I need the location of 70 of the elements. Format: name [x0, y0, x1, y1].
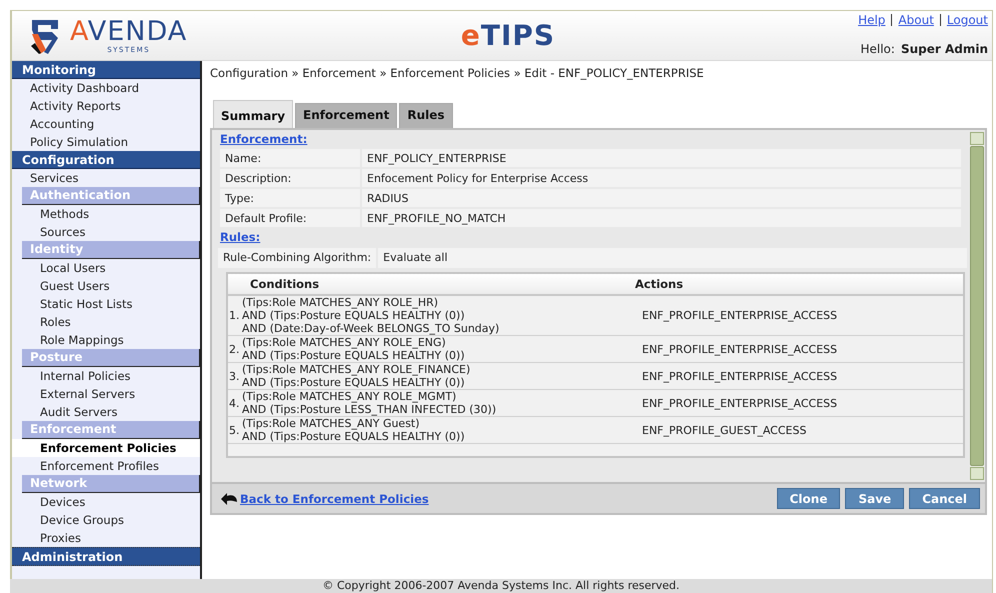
sidebar-item[interactable]: Enforcement Profiles	[12, 457, 200, 475]
field-value: ENF_POLICY_ENTERPRISE	[362, 149, 961, 167]
column-header: Actions	[634, 276, 684, 293]
tab[interactable]: Summary	[213, 100, 294, 128]
action-button[interactable]: Clone	[776, 488, 840, 509]
breadcrumb: Configuration » Enforcement » Enforcement Policies » Edit - ENF_POLICY_ENTERPRISE	[210, 65, 705, 82]
action-button[interactable]: Save	[845, 488, 904, 509]
section-heading[interactable]: Rules:	[220, 230, 965, 246]
sidebar-item[interactable]: Roles	[12, 313, 200, 331]
field-label: Type:	[220, 189, 360, 207]
header-link[interactable]: About	[898, 13, 934, 27]
logo-wordmark: AVENDA	[70, 18, 188, 46]
back-arrow-icon	[220, 492, 238, 506]
sidebar-section-header[interactable]: Administration	[12, 547, 200, 566]
condition-cell-text: (Tips:Role MATCHES_ANY ROLE_MGMT) AND (Tips:Posture LESS_THAN INFECTED (30))	[242, 390, 498, 416]
sidebar-item[interactable]: Device Groups	[12, 511, 200, 529]
field-value: ENF_PROFILE_NO_MATCH	[362, 209, 961, 227]
header-link[interactable]: Help	[858, 13, 886, 27]
condition-cell-text: (Tips:Role MATCHES_ANY ROLE_FINANCE) AND (Tips:Posture EQUALS HEALTHY (0))	[242, 363, 472, 389]
sidebar-item[interactable]: Static Host Lists	[12, 295, 200, 313]
tab[interactable]: Enforcement	[295, 103, 398, 128]
copyright-text: © Copyright 2006-2007 Avenda Systems Inc. All rights reserved.	[322, 579, 680, 592]
rule-number: 2.	[228, 342, 240, 356]
rule-number: 3.	[228, 370, 240, 382]
column-header: Conditions	[249, 276, 320, 293]
sidebar-item[interactable]: Accounting	[12, 115, 200, 133]
sidebar-item[interactable]: Sources	[12, 223, 200, 241]
sidebar-item[interactable]: Policy Simulation	[12, 133, 200, 151]
sidebar-section-header[interactable]: Monitoring	[12, 61, 200, 79]
sidebar-item[interactable]: Guest Users	[12, 277, 200, 295]
back-link[interactable]: Back to Enforcement Policies	[240, 492, 429, 506]
sidebar-item[interactable]: Activity Dashboard	[12, 79, 200, 97]
field-value: Enfocement Policy for Enterprise Access	[362, 169, 961, 187]
sidebar-item[interactable]: External Servers	[12, 385, 200, 403]
sidebar-item[interactable]: Enforcement Policies	[12, 439, 200, 457]
field-label: Description:	[220, 169, 360, 187]
field-label: Default Profile:	[220, 209, 360, 227]
condition-cell-text: (Tips:Role MATCHES_ANY ROLE_HR) AND (Tips:Posture EQUALS HEALTHY (0)) AND (Date:Day-of-Week BELONGS_TO Sunday)	[242, 296, 500, 335]
header-link[interactable]: Logout	[946, 13, 988, 27]
sidebar-item[interactable]: Devices	[12, 493, 200, 511]
sidebar-item[interactable]: Audit Servers	[12, 403, 200, 421]
sidebar-section-header[interactable]: Configuration	[12, 151, 200, 169]
rule-number: 5.	[228, 424, 240, 436]
app-title: eTIPS	[460, 19, 556, 52]
action-cell-text: ENF_PROFILE_ENTERPRISE_ACCESS	[641, 370, 838, 382]
rule-number: 1.	[228, 309, 240, 322]
algorithm-label: Rule-Combining Algorithm:	[218, 248, 376, 268]
scrollbar[interactable]	[970, 132, 984, 480]
sidebar-item[interactable]: Local Users	[12, 259, 200, 277]
section-heading[interactable]: Enforcement:	[220, 132, 965, 148]
greeting-label: Hello:	[860, 42, 895, 56]
sidebar-item[interactable]: Internal Policies	[12, 367, 200, 385]
sidebar-item[interactable]: Services	[12, 169, 200, 187]
field-label: Name:	[220, 149, 360, 167]
sidebar-item[interactable]: Methods	[12, 205, 200, 223]
condition-cell-text: (Tips:Role MATCHES_ANY Guest) AND (Tips:Posture EQUALS HEALTHY (0))	[242, 417, 466, 443]
sidebar-item[interactable]: Role Mappings	[12, 331, 200, 349]
action-cell-text: ENF_PROFILE_GUEST_ACCESS	[641, 424, 806, 436]
action-cell-text: ENF_PROFILE_ENTERPRISE_ACCESS	[641, 396, 838, 410]
algorithm-value: Evaluate all	[378, 248, 967, 268]
tab[interactable]: Rules	[399, 103, 453, 128]
user-name: Super Admin	[900, 42, 988, 56]
sidebar-item[interactable]: Activity Reports	[12, 97, 200, 115]
field-value: RADIUS	[362, 189, 961, 207]
action-button[interactable]: Cancel	[909, 488, 980, 509]
condition-cell-text: (Tips:Role MATCHES_ANY ROLE_ENG) AND (Tips:Posture EQUALS HEALTHY (0))	[242, 336, 466, 362]
sidebar-item[interactable]: Proxies	[12, 529, 200, 547]
rule-number: 4.	[228, 396, 240, 410]
action-cell-text: ENF_PROFILE_ENTERPRISE_ACCESS	[641, 342, 838, 356]
action-cell-text: ENF_PROFILE_ENTERPRISE_ACCESS	[641, 309, 838, 322]
